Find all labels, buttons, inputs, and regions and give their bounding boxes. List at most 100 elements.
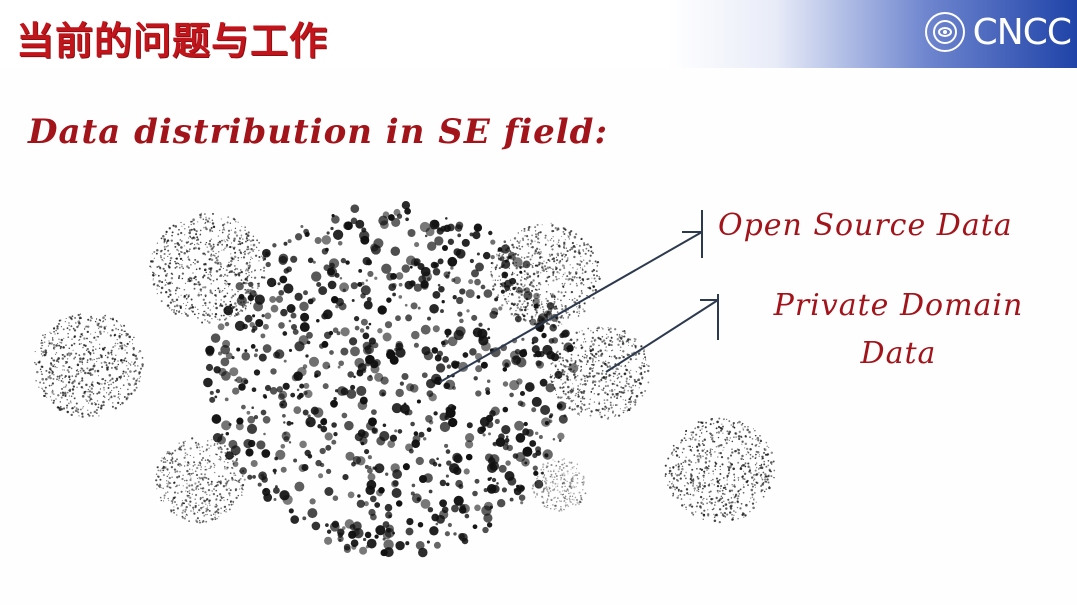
- dot: [395, 340, 403, 348]
- dot: [559, 386, 562, 389]
- dot: [719, 479, 721, 481]
- dot: [66, 391, 69, 394]
- dot: [563, 474, 566, 477]
- dot: [213, 366, 221, 374]
- dot: [553, 298, 556, 301]
- dot: [340, 327, 350, 337]
- dot: [536, 306, 539, 309]
- dot: [296, 394, 302, 400]
- dot: [205, 304, 207, 306]
- dot: [240, 283, 242, 285]
- dot: [699, 486, 701, 488]
- dot: [754, 434, 757, 437]
- dot: [108, 374, 112, 377]
- dot: [609, 379, 612, 382]
- dot: [732, 424, 735, 426]
- dot: [554, 376, 556, 379]
- dot: [296, 388, 300, 392]
- dot: [190, 310, 193, 312]
- dot: [183, 223, 185, 226]
- dot: [710, 455, 712, 457]
- dot: [200, 212, 203, 214]
- dot: [522, 306, 525, 308]
- dot: [262, 251, 264, 253]
- dot: [239, 470, 241, 472]
- dot: [618, 334, 621, 336]
- dot: [498, 275, 501, 278]
- dot: [573, 475, 575, 477]
- dot: [616, 394, 618, 396]
- dot: [680, 470, 683, 473]
- dot: [522, 318, 526, 321]
- dot: [192, 510, 194, 512]
- dot: [328, 258, 340, 269]
- dot: [316, 281, 322, 288]
- dot: [635, 371, 638, 373]
- dot: [563, 233, 566, 235]
- dot: [234, 255, 237, 258]
- dot: [228, 487, 230, 490]
- dot: [688, 459, 691, 462]
- dot: [389, 355, 399, 365]
- dot: [690, 505, 694, 508]
- dot: [615, 357, 618, 360]
- dot: [205, 241, 208, 244]
- dot: [540, 303, 543, 306]
- dot: [205, 503, 207, 505]
- dot: [167, 245, 169, 247]
- dot: [204, 269, 206, 272]
- dot: [710, 502, 713, 505]
- dot: [68, 376, 71, 379]
- dot: [767, 453, 770, 456]
- dot: [561, 258, 564, 261]
- dot: [568, 498, 571, 501]
- dot: [568, 497, 571, 499]
- dot: [103, 330, 105, 333]
- dot: [75, 373, 78, 376]
- dot: [588, 286, 591, 290]
- dot: [58, 344, 61, 347]
- dot: [377, 328, 383, 334]
- dot: [161, 487, 163, 489]
- dot: [559, 269, 561, 271]
- dot: [193, 314, 195, 316]
- dot: [77, 370, 80, 373]
- dot: [272, 487, 280, 494]
- dot: [642, 358, 644, 360]
- dot: [81, 377, 84, 380]
- dot: [526, 255, 529, 259]
- dot: [311, 271, 322, 282]
- dot: [273, 498, 277, 501]
- dot: [768, 485, 770, 488]
- dot: [635, 394, 639, 398]
- dot: [162, 500, 165, 502]
- dot: [184, 234, 186, 236]
- dot: [397, 429, 403, 434]
- dot: [178, 287, 181, 289]
- dot: [189, 475, 191, 477]
- dot: [277, 282, 281, 286]
- dot: [261, 476, 268, 483]
- dot: [528, 245, 530, 247]
- dot: [405, 314, 413, 322]
- dot: [612, 410, 614, 413]
- dot: [58, 338, 60, 340]
- dot: [542, 463, 545, 466]
- dot: [294, 233, 303, 241]
- dot: [134, 382, 137, 385]
- dot: [697, 442, 700, 446]
- dot: [332, 229, 344, 240]
- dot: [555, 501, 558, 503]
- dot: [586, 408, 588, 410]
- dot: [754, 473, 758, 477]
- dot: [702, 484, 704, 486]
- dot: [667, 484, 669, 486]
- dot: [290, 255, 298, 263]
- dot: [562, 231, 565, 233]
- dot: [576, 263, 579, 265]
- dot: [600, 372, 604, 375]
- dot: [681, 467, 684, 471]
- dot: [579, 267, 582, 269]
- dot: [206, 220, 210, 223]
- dot: [224, 397, 229, 402]
